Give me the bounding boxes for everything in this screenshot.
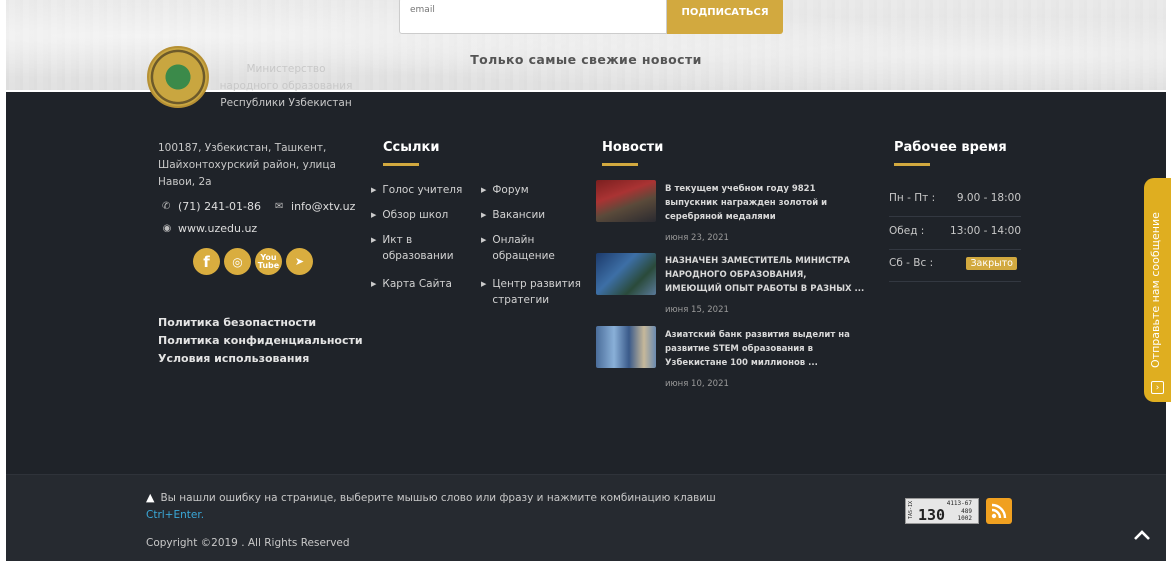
- link-forum[interactable]: ▶ Форум: [481, 182, 529, 198]
- subscribe-button[interactable]: ПОДПИСАТЬСЯ: [667, 0, 783, 34]
- news-heading-underline: [602, 163, 638, 166]
- links-heading: Ссылки: [383, 140, 440, 155]
- email-subscribe-input[interactable]: [399, 0, 667, 34]
- policy-link-terms[interactable]: Условия использования: [158, 350, 363, 368]
- caret-right-icon: ▶: [371, 236, 377, 244]
- scroll-to-top-glyph: [1134, 530, 1150, 540]
- feedback-tab[interactable]: Отправьте нам сообщение ›: [1144, 178, 1171, 402]
- warning-icon: ▲: [146, 491, 155, 504]
- link-strategy-center[interactable]: ▶ Центр развития стратегии: [481, 276, 592, 308]
- youtube-icon[interactable]: You Tube: [255, 248, 282, 275]
- contact-row: ✆ (71) 241-01-86 ✉ info@xtv.uz: [162, 200, 355, 213]
- envelope-icon: ✉: [275, 201, 284, 212]
- visitor-counter-badge[interactable]: TAS-IX 130 4113-67 489 1002: [905, 498, 979, 524]
- counter-side-label: TAS-IX: [908, 501, 914, 520]
- news-title-3[interactable]: Азиатский банк развития выделит на разви…: [665, 328, 865, 370]
- error-report-text: Вы нашли ошибку на странице, выберите мы…: [160, 492, 716, 504]
- hours-row-weekdays: Пн - Пт : 9.00 - 18:00: [889, 192, 1021, 217]
- link-school-review[interactable]: ▶ Обзор школ: [371, 207, 448, 223]
- globe-icon: ◉: [162, 223, 172, 234]
- news-title-1[interactable]: В текущем учебном году 9821 выпускник на…: [665, 182, 865, 224]
- link-ict-education[interactable]: ▶ Икт в образовании: [371, 232, 472, 264]
- hours-day: Сб - Вс :: [889, 257, 934, 269]
- hours-row-weekend: Сб - Вс : Закрыто: [889, 257, 1021, 282]
- email-contact[interactable]: ✉ info@xtv.uz: [275, 200, 355, 213]
- link-vacancies[interactable]: ▶ Вакансии: [481, 207, 545, 223]
- link-online-appeal[interactable]: ▶ Онлайн обращение: [481, 232, 572, 264]
- news-thumbnail-1[interactable]: [596, 180, 656, 222]
- youtube-icon-bottom: Tube: [257, 260, 280, 270]
- ministry-name: Министерство народного образования Респу…: [219, 63, 353, 109]
- news-thumbnail-2[interactable]: [596, 253, 656, 295]
- caret-right-icon: ▶: [371, 211, 377, 219]
- links-heading-underline: [383, 163, 419, 166]
- shortcut-hint: Ctrl+Enter.: [146, 509, 205, 521]
- closed-badge: Закрыто: [966, 257, 1017, 270]
- website-url[interactable]: www.uzedu.uz: [178, 222, 257, 235]
- hours-day: Обед :: [889, 225, 925, 237]
- news-thumbnail-3[interactable]: [596, 326, 656, 368]
- policy-link-privacy[interactable]: Политика конфиденциальности: [158, 332, 363, 350]
- email-address[interactable]: info@xtv.uz: [291, 200, 355, 213]
- counter-line-2: 489: [961, 508, 972, 515]
- counter-line-1: 4113-67: [946, 500, 972, 507]
- rss-icon[interactable]: [986, 498, 1012, 524]
- address-text: 100187, Узбекистан, Ташкент, Шайхонтохур…: [158, 142, 336, 188]
- caret-right-icon: ▶: [481, 236, 487, 244]
- feedback-tab-label[interactable]: Отправьте нам сообщение: [1149, 198, 1162, 368]
- hours-value: 13:00 - 14:00: [950, 225, 1021, 237]
- counter-main-value: 130: [918, 506, 946, 524]
- news-date-2: июня 15, 2021: [665, 305, 729, 315]
- phone-icon: ✆: [162, 201, 171, 212]
- chevron-box-icon: ›: [1151, 381, 1164, 394]
- ministry-emblem-logo[interactable]: [147, 46, 209, 108]
- chevron-up-icon[interactable]: [1131, 524, 1153, 546]
- hours-day: Пн - Пт :: [889, 192, 936, 204]
- link-sitemap[interactable]: ▶ Карта Сайта: [371, 276, 452, 292]
- news-heading: Новости: [602, 140, 664, 155]
- policy-link-security[interactable]: Политика безопастности: [158, 314, 363, 332]
- hours-heading-underline: [894, 163, 930, 166]
- phone-number: (71) 241-01-86: [178, 200, 262, 213]
- caret-right-icon: ▶: [481, 280, 487, 288]
- news-date-1: июня 23, 2021: [665, 233, 729, 243]
- error-report-note: ▲ Вы нашли ошибку на странице, выберите м…: [146, 491, 716, 504]
- news-date-3: июня 10, 2021: [665, 379, 729, 389]
- hours-value: 9.00 - 18:00: [956, 192, 1021, 204]
- rss-glyph: [991, 503, 1007, 519]
- telegram-icon[interactable]: ➤: [286, 248, 313, 275]
- caret-right-icon: ▶: [481, 186, 487, 194]
- hours-row-lunch: Обед : 13:00 - 14:00: [889, 225, 1021, 250]
- phone-contact: ✆ (71) 241-01-86: [162, 200, 261, 213]
- website-link[interactable]: ◉ www.uzedu.uz: [162, 222, 258, 235]
- policy-links: Политика безопастности Политика конфиден…: [158, 314, 363, 368]
- counter-line-3: 1002: [957, 515, 972, 522]
- news-title-2[interactable]: НАЗНАЧЕН ЗАМЕСТИТЕЛЬ МИНИСТРА НАРОДНОГО …: [665, 254, 865, 296]
- link-teacher-voice[interactable]: ▶ Голос учителя: [371, 182, 462, 198]
- facebook-icon[interactable]: f: [193, 248, 220, 275]
- social-links: f ◎ You Tube ➤: [193, 248, 313, 275]
- caret-right-icon: ▶: [371, 280, 377, 288]
- hours-heading: Рабочее время: [894, 140, 1007, 155]
- instagram-icon[interactable]: ◎: [224, 248, 251, 275]
- caret-right-icon: ▶: [371, 186, 377, 194]
- caret-right-icon: ▶: [481, 211, 487, 219]
- copyright-text: Copyright ©2019 . All Rights Reserved: [146, 537, 350, 549]
